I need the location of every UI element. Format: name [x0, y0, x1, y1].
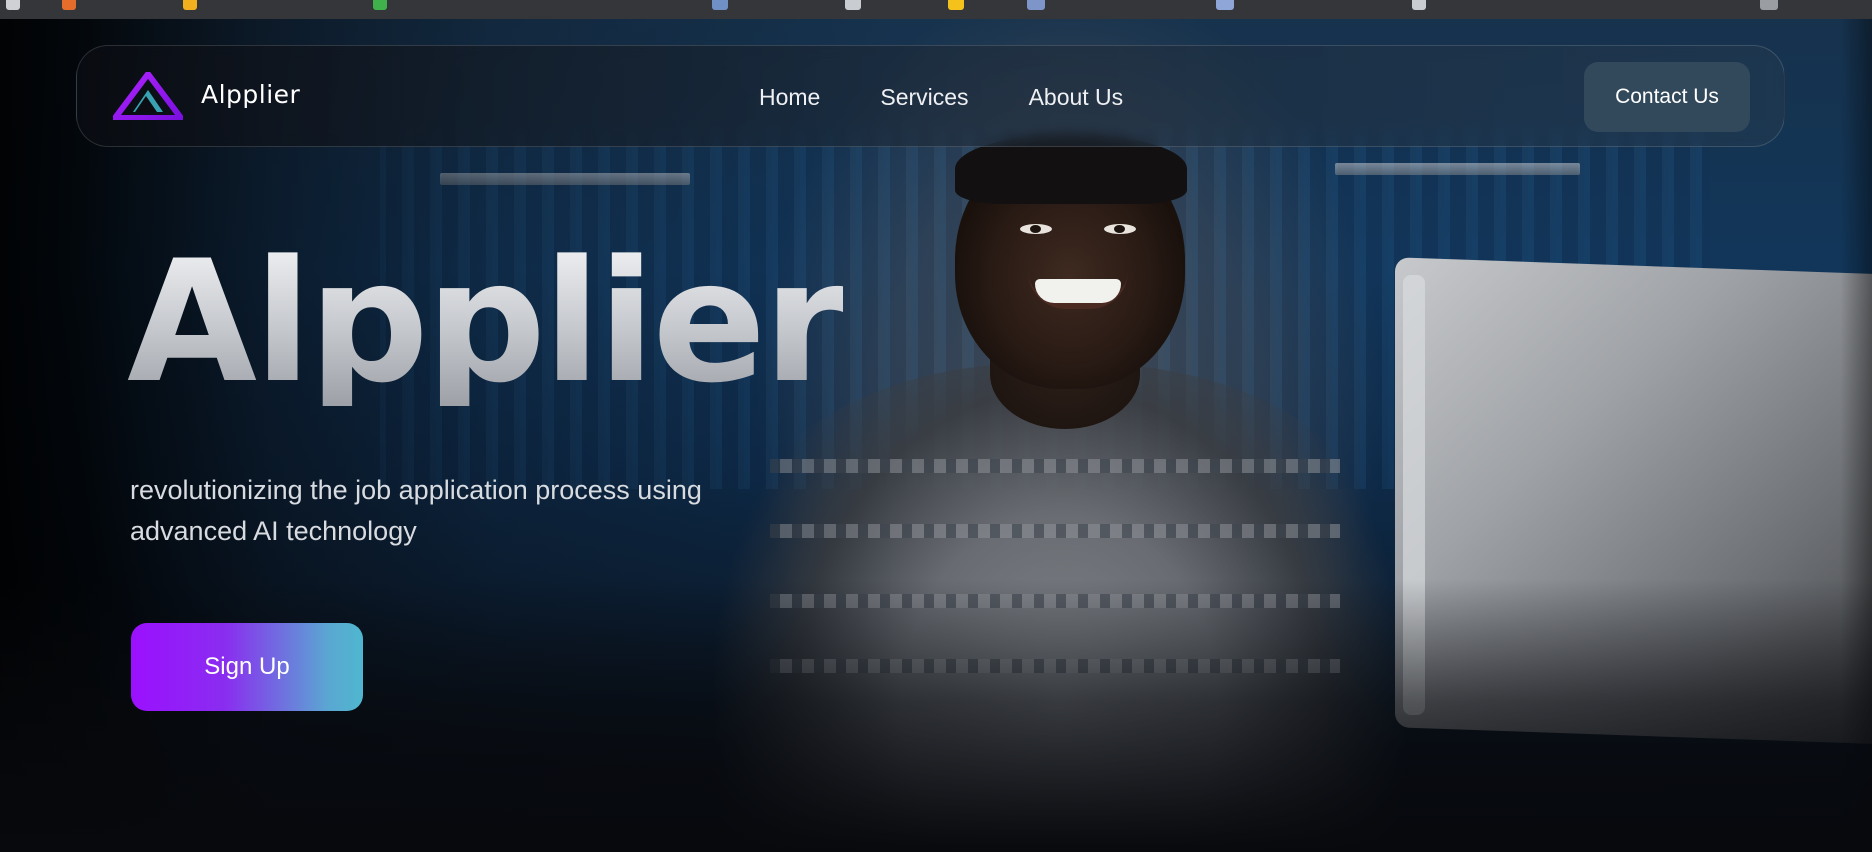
- hero-person-smile: [1035, 279, 1121, 303]
- hero-subtitle: revolutionizing the job application proc…: [130, 475, 702, 546]
- hero-title: Alpplier: [127, 224, 846, 420]
- nav-home-link[interactable]: Home: [759, 84, 820, 111]
- hero-person-eye: [1020, 224, 1052, 234]
- bookmark-icon[interactable]: [948, 0, 964, 10]
- bookmark-icon[interactable]: [6, 0, 20, 10]
- navbar: Alpplier Home Services About Us Contact …: [76, 45, 1785, 147]
- hero-person-eye: [1104, 224, 1136, 234]
- signup-button[interactable]: Sign Up: [131, 623, 363, 711]
- bookmark-icon[interactable]: [183, 0, 197, 10]
- nav-links: Home Services About Us: [759, 84, 1123, 111]
- bookmark-icon[interactable]: [1216, 0, 1234, 10]
- bookmark-icon[interactable]: [373, 0, 387, 10]
- nav-services-link[interactable]: Services: [880, 84, 968, 111]
- contact-button[interactable]: Contact Us: [1584, 62, 1750, 132]
- bookmark-icon[interactable]: [1027, 0, 1045, 10]
- bookmark-icon[interactable]: [845, 0, 861, 10]
- background-shelf: [1335, 163, 1580, 175]
- triangle-logo-icon[interactable]: [113, 72, 183, 120]
- bookmarks-bar: [0, 0, 1872, 19]
- hero-overlay-bottom: [0, 579, 1872, 852]
- nav-about-link[interactable]: About Us: [1029, 84, 1124, 111]
- bookmark-icon[interactable]: [1760, 0, 1778, 10]
- bookmark-icon[interactable]: [62, 0, 76, 10]
- bookmark-icon[interactable]: [1412, 0, 1426, 10]
- brand-name[interactable]: Alpplier: [201, 80, 300, 109]
- bookmark-icon[interactable]: [712, 0, 728, 10]
